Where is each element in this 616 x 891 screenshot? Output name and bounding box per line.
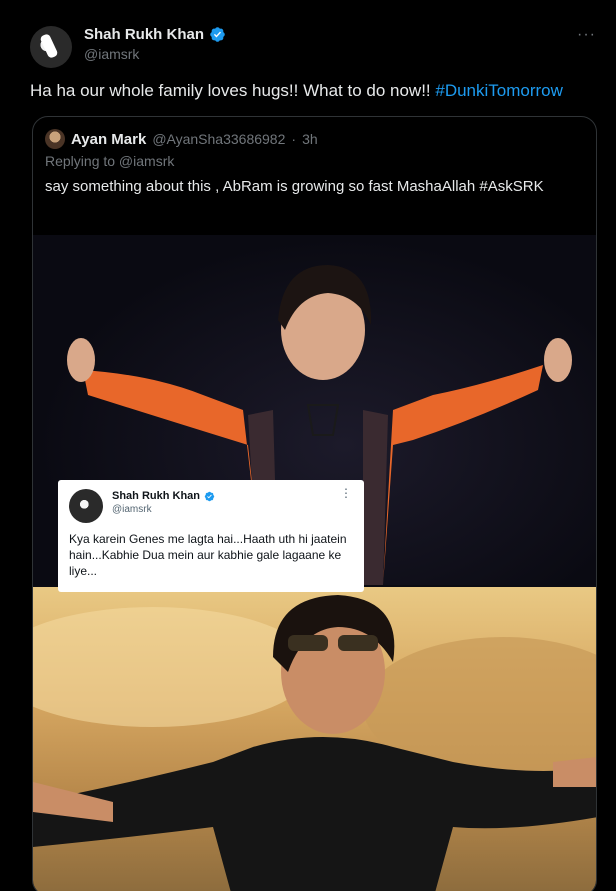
embedded-author-handle: @iamsrk: [112, 504, 152, 515]
srk-figure-illustration: [33, 595, 596, 891]
quote-media[interactable]: Shah Rukh Khan @iamsrk ⋮ Kya karein Gene…: [33, 235, 596, 891]
embedded-more-vertical-icon: ⋮: [340, 486, 352, 500]
embedded-name-row: Shah Rukh Khan: [112, 490, 215, 502]
quote-header: Ayan Mark @AyanSha33686982 · 3h: [45, 129, 318, 149]
quote-avatar[interactable]: [45, 129, 65, 149]
verified-badge-icon: [210, 27, 225, 42]
quote-text: say something about this , AbRam is grow…: [45, 178, 544, 195]
replying-to: Replying to @iamsrk: [45, 153, 175, 169]
quote-separator: ·: [291, 131, 297, 147]
tweet: Shah Rukh Khan @iamsrk ··· Ha ha our who…: [0, 0, 616, 891]
embedded-verified-badge-icon: [204, 491, 215, 501]
tweet-header: Shah Rukh Khan @iamsrk ···: [30, 24, 610, 68]
tweet-text: Ha ha our whole family loves hugs!! What…: [30, 81, 563, 101]
embedded-avatar: [69, 489, 103, 523]
quote-time[interactable]: 3h: [302, 131, 318, 147]
tweet-body: Ha ha our whole family loves hugs!! What…: [30, 81, 436, 100]
photo-srk-open-arms: [33, 587, 596, 891]
avatar[interactable]: [30, 26, 72, 68]
embedded-tweet-screenshot: Shah Rukh Khan @iamsrk ⋮ Kya karein Gene…: [58, 480, 364, 592]
quoted-tweet[interactable]: Ayan Mark @AyanSha33686982 · 3h Replying…: [32, 116, 597, 891]
author-name-row[interactable]: Shah Rukh Khan: [84, 26, 226, 43]
quote-author-handle[interactable]: @AyanSha33686982: [152, 131, 285, 147]
more-horizontal-icon[interactable]: ···: [577, 26, 596, 44]
author-name[interactable]: Shah Rukh Khan: [84, 26, 204, 43]
embedded-author-name: Shah Rukh Khan: [112, 490, 201, 502]
embedded-tweet-text: Kya karein Genes me lagta hai...Haath ut…: [69, 532, 347, 578]
hashtag-link[interactable]: #DunkiTomorrow: [435, 81, 563, 100]
author-handle[interactable]: @iamsrk: [84, 46, 139, 62]
quote-author-name[interactable]: Ayan Mark: [71, 131, 146, 148]
